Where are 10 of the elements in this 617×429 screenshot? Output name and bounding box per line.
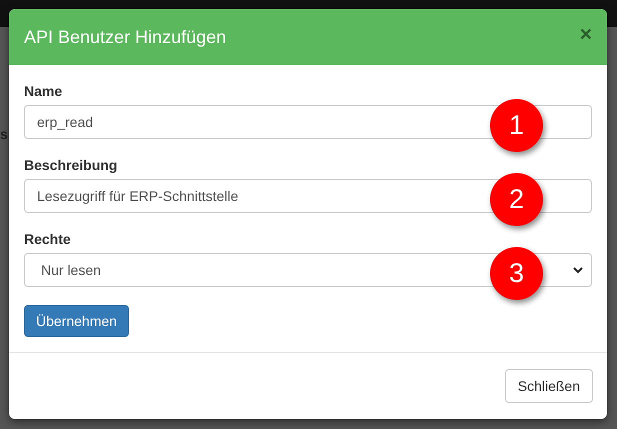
dialog-title: API Benutzer Hinzufügen xyxy=(24,26,226,48)
field-label: Beschreibung xyxy=(24,157,118,173)
chevron-down-icon xyxy=(573,266,583,274)
field-label: Name xyxy=(24,83,62,99)
field-label: Rechte xyxy=(24,231,71,247)
number-badge: 1 xyxy=(490,99,543,152)
close-dialog-button[interactable]: Schließen xyxy=(504,369,593,403)
number-badge: 2 xyxy=(490,173,543,226)
submit-button[interactable]: Übernehmen xyxy=(24,305,129,337)
number-badge: 3 xyxy=(490,247,543,300)
